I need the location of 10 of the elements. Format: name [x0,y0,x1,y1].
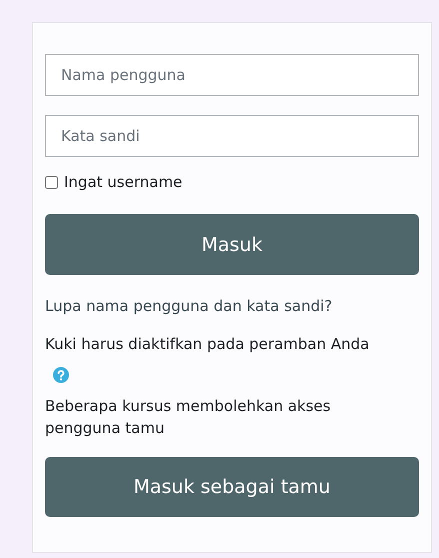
guest-login-button[interactable]: Masuk sebagai tamu [45,457,419,517]
password-field[interactable]: Kata sandi [45,115,419,157]
remember-checkbox[interactable] [45,176,58,188]
help-icon[interactable] [53,367,69,383]
forgot-link[interactable]: Lupa nama pengguna dan kata sandi? [45,297,332,315]
remember-label: Ingat username [64,173,182,191]
username-field[interactable]: Nama pengguna [45,54,419,96]
guest-notice: Beberapa kursus membolehkan akses pengguna tamu [45,396,332,439]
login-button[interactable]: Masuk [45,214,419,275]
cookies-notice: Kuki harus diaktifkan pada peramban Anda [45,334,370,355]
